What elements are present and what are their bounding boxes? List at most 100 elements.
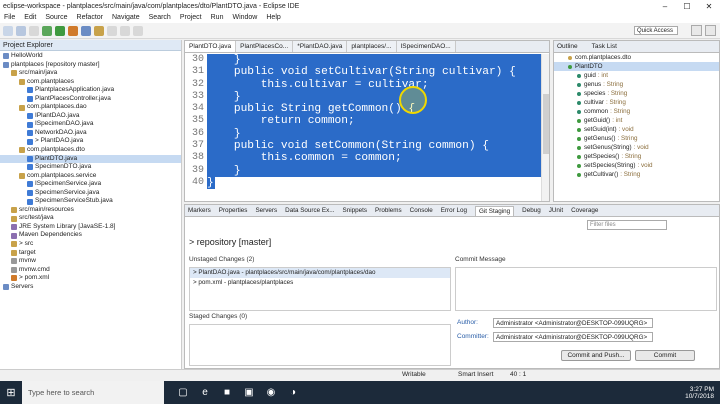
java-perspective-icon[interactable] — [705, 25, 716, 36]
menu-item[interactable]: Source — [45, 14, 67, 21]
code-line[interactable]: this.cultivar = cultivar; — [207, 78, 549, 91]
outline-item[interactable]: setGenus(String): void — [554, 143, 719, 152]
menu-item[interactable]: File — [4, 14, 15, 21]
outline-item[interactable]: cultivar: String — [554, 98, 719, 107]
tree-item[interactable]: IPlantDAO.java — [0, 112, 181, 121]
windows-start-icon[interactable]: ⊞ — [0, 381, 22, 404]
outline-item[interactable]: guid: int — [554, 71, 719, 80]
tree-item[interactable]: src/main/java — [0, 69, 181, 78]
edge-icon[interactable]: e — [194, 381, 216, 404]
commit-message-input[interactable] — [455, 267, 717, 311]
code-line[interactable]: public void setCultivar(String cultivar)… — [207, 66, 549, 79]
tree-item[interactable]: ISpecimenDAO.java — [0, 120, 181, 129]
tree-item[interactable]: mvnw — [0, 257, 181, 266]
chrome-icon[interactable]: ◉ — [260, 381, 282, 404]
tree-item[interactable]: com.plantplaces.service — [0, 172, 181, 181]
editor-tab[interactable]: PlantDTO.java — [185, 41, 237, 52]
tree-item[interactable]: src/test/java — [0, 214, 181, 223]
unstaged-changes-list[interactable]: > PlantDAO.java - plantplaces/src/main/j… — [189, 267, 451, 311]
code-line[interactable]: } — [207, 90, 549, 104]
tree-item[interactable]: Servers — [0, 283, 181, 292]
editor-tab[interactable]: ISpecimenDAO... — [396, 41, 456, 52]
forward-icon[interactable] — [133, 25, 143, 36]
outline-item[interactable]: common: String — [554, 107, 719, 116]
tree-item[interactable]: > pom.xml — [0, 274, 181, 283]
tree-item[interactable]: com.plantplaces.dao — [0, 103, 181, 112]
bottom-tab[interactable]: Console — [410, 207, 433, 214]
tree-item[interactable]: target — [0, 249, 181, 258]
unstaged-file[interactable]: > PlantDAO.java - plantplaces/src/main/j… — [190, 268, 450, 278]
menu-item[interactable]: Search — [149, 14, 171, 21]
bottom-tab[interactable]: Snippets — [343, 207, 368, 214]
menu-item[interactable]: Refactor — [77, 14, 103, 21]
tree-item[interactable]: SpecimenServiceStub.java — [0, 197, 181, 206]
bottom-tab[interactable]: Error Log — [441, 207, 467, 214]
editor-scrollbar[interactable] — [541, 54, 549, 201]
committer-field[interactable]: Administrator <Administrator@DESKTOP-099… — [493, 332, 653, 342]
bottom-tab[interactable]: Debug — [522, 207, 541, 214]
maximize-button[interactable]: ☐ — [676, 0, 698, 12]
outline-item[interactable]: setSpecies(String): void — [554, 161, 719, 170]
bottom-tab[interactable]: Data Source Ex... — [285, 207, 334, 214]
task-view-icon[interactable]: ▢ — [172, 381, 194, 404]
unstaged-file[interactable]: > pom.xml - plantplaces/plantplaces — [190, 278, 450, 288]
minimize-button[interactable]: – — [654, 0, 676, 12]
tab-project-explorer[interactable]: Project Explorer — [0, 40, 181, 51]
code-line[interactable]: } — [207, 54, 549, 67]
tree-item[interactable]: > src — [0, 240, 181, 249]
tree-item[interactable]: plantplaces [repository master] — [0, 61, 181, 70]
code-line[interactable]: return common; — [207, 115, 549, 128]
tree-item[interactable]: JRE System Library [JavaSE-1.8] — [0, 223, 181, 232]
tree-item[interactable]: PlantplacesApplication.java — [0, 86, 181, 95]
author-field[interactable]: Administrator <Administrator@DESKTOP-099… — [493, 318, 653, 328]
tree-item[interactable]: NetworkDAO.java — [0, 129, 181, 138]
bottom-tab[interactable]: Coverage — [571, 207, 598, 214]
tree-item[interactable]: ISpecimenService.java — [0, 180, 181, 189]
tree-item[interactable]: > PlantDAO.java — [0, 137, 181, 146]
editor-tab[interactable]: *PlantDAO.java — [293, 41, 348, 52]
tree-item[interactable]: Maven Dependencies — [0, 231, 181, 240]
store-icon[interactable]: ▣ — [238, 381, 260, 404]
save-icon[interactable] — [16, 25, 26, 36]
outline-item[interactable]: species: String — [554, 89, 719, 98]
debug-icon[interactable] — [42, 25, 52, 36]
menu-item[interactable]: Navigate — [112, 14, 140, 21]
tree-item[interactable]: SpecimenService.java — [0, 189, 181, 198]
bottom-tab[interactable]: Git Staging — [475, 205, 515, 216]
tree-item[interactable]: SpecimenDTO.java — [0, 163, 181, 172]
menu-item[interactable]: Help — [266, 14, 280, 21]
code-line[interactable]: } — [207, 176, 549, 190]
outline-tab[interactable]: Task List — [592, 43, 617, 50]
code-line[interactable]: this.common = common; — [207, 152, 549, 165]
code-line[interactable]: } — [207, 164, 549, 177]
eclipse-icon[interactable]: ◑ — [282, 381, 304, 404]
menu-item[interactable]: Run — [211, 14, 224, 21]
external-tools-icon[interactable] — [68, 25, 78, 36]
tree-item[interactable]: HelloWorld — [0, 52, 181, 61]
menu-item[interactable]: Project — [180, 14, 202, 21]
search-icon[interactable] — [107, 25, 117, 36]
tree-item[interactable]: src/main/resources — [0, 206, 181, 215]
tree-item[interactable]: com.plantplaces — [0, 78, 181, 87]
quick-access-input[interactable]: Quick Access — [634, 26, 678, 35]
new-class-icon[interactable] — [81, 25, 91, 36]
outline-item[interactable]: getCultivar(): String — [554, 170, 719, 179]
bottom-tab[interactable]: Markers — [188, 207, 211, 214]
file-explorer-icon[interactable]: ■ — [216, 381, 238, 404]
open-perspective-icon[interactable] — [691, 25, 702, 36]
system-tray-clock[interactable]: 3:27 PM 10/7/2018 — [685, 381, 714, 404]
bottom-tab[interactable]: JUnit — [549, 207, 563, 214]
outline-item[interactable]: getSpecies(): String — [554, 152, 719, 161]
outline-item[interactable]: setGuid(int): void — [554, 125, 719, 134]
bottom-tab[interactable]: Properties — [219, 207, 248, 214]
print-icon[interactable] — [29, 25, 39, 36]
code-line[interactable]: public String getCommon() { — [207, 103, 549, 116]
scrollbar-thumb[interactable] — [543, 94, 549, 154]
outline-item[interactable]: genus: String — [554, 80, 719, 89]
taskbar-search-box[interactable]: Type here to search — [22, 381, 164, 404]
commit-button[interactable]: Commit — [635, 350, 695, 361]
bottom-tab[interactable]: Servers — [255, 207, 277, 214]
code-line[interactable]: public void setCommon(String common) { — [207, 140, 549, 153]
commit-and-push-button[interactable]: Commit and Push... — [561, 350, 631, 361]
code-line[interactable]: } — [207, 127, 549, 141]
